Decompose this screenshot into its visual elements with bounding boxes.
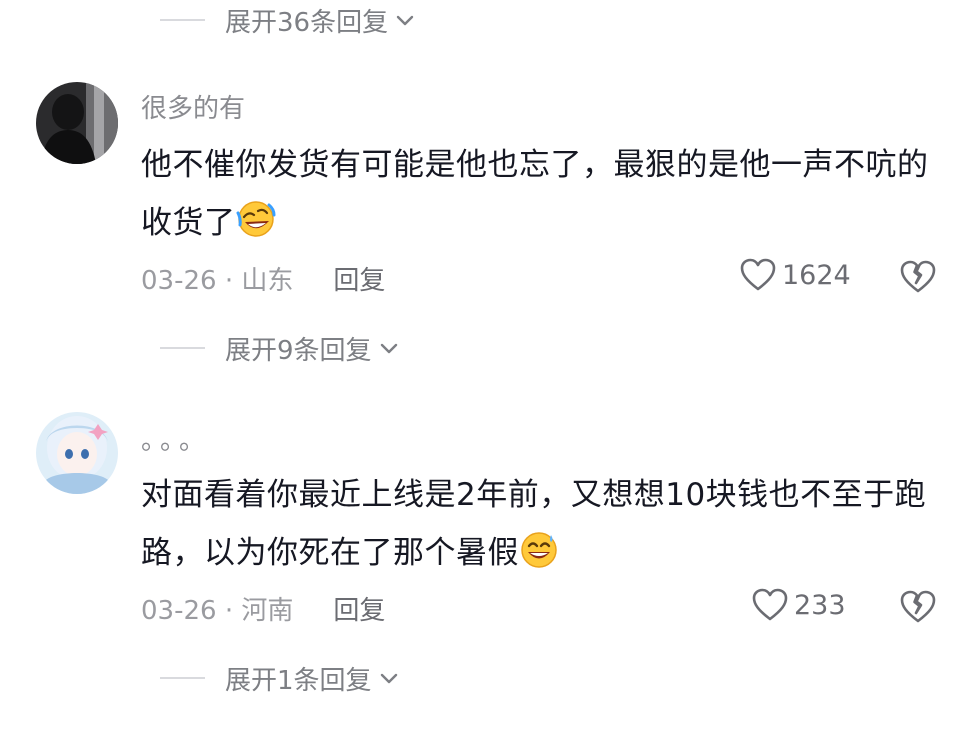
dislike-button[interactable] (900, 260, 936, 298)
rolling-on-floor-laughing-emoji (236, 201, 275, 237)
avatar[interactable] (36, 412, 118, 494)
reply-button[interactable]: 回复 (333, 590, 385, 627)
expand-divider-line (160, 347, 205, 349)
heart-icon (740, 258, 776, 291)
chevron-down-icon (380, 343, 397, 354)
chevron-down-icon (380, 673, 397, 684)
expand-replies-top[interactable]: 展开36条回复 (160, 0, 416, 40)
comment-meta: 03-26 · 山东 回复 (141, 260, 385, 297)
broken-heart-icon (900, 260, 936, 293)
expand-divider-line (160, 677, 205, 679)
comment-meta: 03-26 · 河南 回复 (141, 590, 385, 627)
like-count: 233 (794, 589, 846, 621)
expand-replies-label: 展开36条回复 (225, 7, 389, 38)
like-button[interactable]: 233 (752, 588, 846, 622)
like-count: 1624 (782, 259, 851, 291)
comment-date-location: 03-26 · 河南 (141, 596, 294, 626)
comment-username[interactable]: 。。。 (141, 420, 211, 457)
avatar[interactable] (36, 82, 118, 164)
reply-button[interactable]: 回复 (333, 260, 385, 297)
broken-heart-icon (900, 590, 936, 623)
like-button[interactable]: 1624 (740, 258, 851, 292)
comment-username[interactable]: 很多的有 (141, 88, 245, 125)
expand-replies-label: 展开9条回复 (225, 335, 372, 366)
heart-icon (752, 588, 788, 621)
comment-text: 对面看着你最近上线是2年前，又想想10块钱也不至于跑路，以为你死在了那个暑假 (141, 466, 931, 582)
expand-replies[interactable]: 展开1条回复 (160, 658, 400, 698)
chevron-down-icon (396, 15, 414, 26)
dislike-button[interactable] (900, 590, 936, 628)
expand-replies-label: 展开1条回复 (225, 665, 372, 696)
grinning-sweat-emoji (521, 532, 557, 568)
comment-date-location: 03-26 · 山东 (141, 266, 294, 296)
expand-divider-line (160, 19, 205, 21)
expand-replies[interactable]: 展开9条回复 (160, 328, 400, 368)
comment-text: 他不催你发货有可能是他也忘了，最狠的是他一声不吭的收货了 (141, 136, 931, 252)
